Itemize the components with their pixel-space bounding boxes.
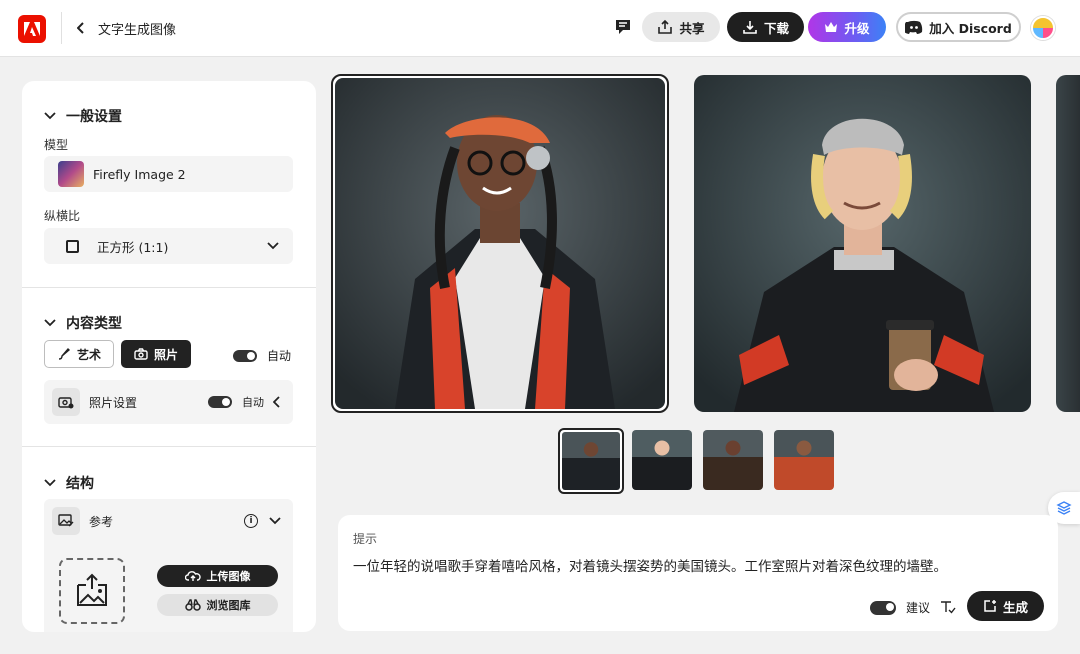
photo-settings-icon [52,388,80,416]
aspect-ratio-dropdown[interactable]: 正方形 (1:1) [44,228,293,264]
thumbnail-3[interactable] [703,430,763,490]
download-button[interactable]: 下载 [727,12,804,42]
reference-image-icon [52,507,80,535]
model-value: Firefly Image 2 [93,166,186,182]
prompt-input[interactable]: 一位年轻的说唱歌手穿着嘻哈风格，对着镜头摆姿势的美国镜头。工作室照片对着深色纹理… [353,555,1043,575]
top-bar: 文字生成图像 共享 下载 升级 加入 Discord [0,0,1080,57]
chevron-down-icon [267,242,279,250]
share-label: 共享 [679,20,705,36]
generated-image-2[interactable] [694,75,1031,412]
adobe-logo-icon[interactable] [18,15,46,43]
chevron-down-icon[interactable] [269,517,281,525]
aspect-ratio-label: 纵横比 [44,209,81,223]
generate-button[interactable]: 生成 [967,591,1044,621]
content-type-title: 内容类型 [66,316,122,332]
user-avatar[interactable] [1031,16,1055,40]
structure-title: 结构 [66,476,94,492]
upload-image-icon [77,573,107,606]
image-drop-zone[interactable] [59,558,125,624]
upload-image-button[interactable]: 上传图像 [157,565,278,587]
divider [22,287,316,288]
share-icon [658,19,673,34]
prompt-label: 提示 [353,532,378,546]
text-check-icon[interactable] [940,600,956,615]
page-title: 文字生成图像 [98,23,177,38]
toggle-switch[interactable] [870,600,896,615]
chevron-left-icon[interactable] [273,396,281,408]
photo-label: 照片 [153,347,178,362]
general-settings-title: 一般设置 [66,109,122,125]
camera-icon [134,348,148,360]
back-chevron-icon[interactable] [73,18,89,38]
art-button[interactable]: 艺术 [44,340,114,368]
generate-icon [984,600,996,612]
chevron-down-icon [44,112,56,120]
divider [22,446,316,447]
discord-label: 加入 Discord [929,20,1012,36]
upload-image-label: 上传图像 [206,570,251,583]
chevron-down-icon [44,319,56,327]
toggle-switch[interactable] [208,396,232,408]
toggle-switch[interactable] [233,349,257,362]
upgrade-label: 升级 [844,20,870,36]
aspect-ratio-value: 正方形 (1:1) [97,239,169,255]
generated-image-3-partial[interactable] [1056,75,1080,412]
model-thumbnail [58,161,84,187]
discord-icon [905,20,923,34]
content-type-header[interactable]: 内容类型 [44,313,122,333]
share-button[interactable]: 共享 [642,12,720,42]
general-settings-header[interactable]: 一般设置 [44,106,122,126]
chevron-down-icon [44,479,56,487]
reference-card: 参考 i 上传图像 浏览图库 [44,499,293,632]
download-label: 下载 [763,20,789,36]
upgrade-button[interactable]: 升级 [808,12,886,42]
layers-icon [1056,501,1072,515]
settings-panel: 一般设置 模型 Firefly Image 2 纵横比 正方形 (1:1) 内容… [22,81,316,632]
info-icon[interactable]: i [244,514,258,528]
reference-row[interactable]: 参考 i [44,499,293,543]
cloud-upload-icon [184,571,201,581]
model-selector[interactable]: Firefly Image 2 [44,156,293,192]
photo-button[interactable]: 照片 [121,340,191,368]
discord-button[interactable]: 加入 Discord [896,12,1021,42]
thumbnail-2[interactable] [632,430,692,490]
comment-icon[interactable] [614,18,634,38]
thumbnail-1[interactable] [558,428,624,494]
photo-settings-row[interactable]: 照片设置 自动 [44,380,293,424]
photo-settings-label: 照片设置 [89,395,138,410]
brush-icon [58,347,71,360]
auto-label: 自动 [267,349,292,363]
structure-header[interactable]: 结构 [44,473,94,493]
thumbnail-4[interactable] [774,430,834,490]
photo-settings-auto-toggle[interactable]: 自动 [208,394,264,410]
browse-gallery-label: 浏览图库 [206,599,251,612]
browse-gallery-button[interactable]: 浏览图库 [157,594,278,616]
photo-settings-auto-label: 自动 [242,396,264,409]
binoculars-icon [184,599,201,611]
generate-label: 生成 [1002,599,1028,615]
generated-image-1[interactable] [331,74,669,413]
crown-icon [825,22,838,32]
suggestions-toggle[interactable]: 建议 [870,599,956,616]
auto-toggle[interactable]: 自动 [233,347,291,364]
suggest-label: 建议 [906,601,931,615]
square-icon [66,239,79,253]
model-label: 模型 [44,138,69,152]
art-label: 艺术 [76,347,101,362]
download-icon [743,21,757,34]
prompt-panel: 提示 一位年轻的说唱歌手穿着嘻哈风格，对着镜头摆姿势的美国镜头。工作室照片对着深… [338,515,1058,631]
reference-label: 参考 [89,514,114,529]
divider [61,12,62,44]
